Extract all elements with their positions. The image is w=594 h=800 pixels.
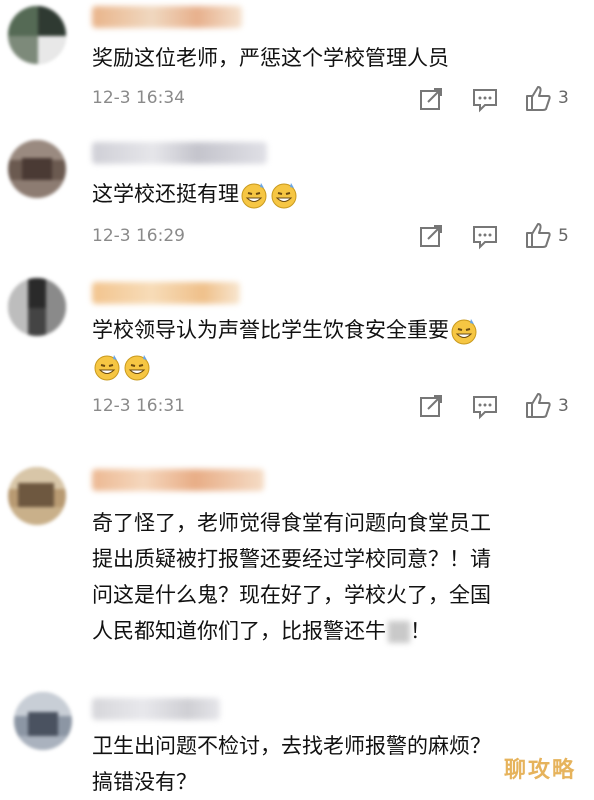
username-blurred[interactable] (92, 698, 220, 720)
comment-line: 奇了怪了，老师觉得食堂有问题向食堂员工 (92, 511, 491, 535)
comment-text-content: 这学校还挺有理 (92, 182, 239, 206)
comment-text: 卫生出问题不检讨，去找老师报警的麻烦？ 搞错没有？ (92, 728, 562, 800)
comment-time: 12-3 16:31 (92, 396, 185, 416)
comment-icon[interactable] (471, 392, 499, 420)
grin-sweat-emoji-icon (241, 183, 267, 209)
comment-item: 奖励这位老师，严惩这个学校管理人员 12-3 16:34 3 (0, 0, 594, 130)
comment-item: 这学校还挺有理 12-3 16:29 5 (0, 130, 594, 260)
grin-sweat-emoji-icon (271, 183, 297, 209)
thumbs-up-icon[interactable] (524, 391, 552, 419)
grin-sweat-emoji-icon (451, 319, 477, 345)
comment-line: 问这是什么鬼？现在好了，学校火了，全国 (92, 583, 491, 607)
comment-item: 奇了怪了，老师觉得食堂有问题向食堂员工 提出质疑被打报警还要经过学校同意？！请 问这… (0, 455, 594, 670)
comment-time: 12-3 16:34 (92, 88, 185, 108)
thumbs-up-icon[interactable] (524, 84, 552, 112)
comment-line: 提出质疑被打报警还要经过学校同意？！请 (92, 547, 491, 571)
comment-line: 人民都知道你们了，比报警还牛 ！ (92, 613, 562, 649)
comment-line: 搞错没有？ (92, 770, 197, 794)
comment-line-text: 人民都知道你们了，比报警还牛 (92, 619, 386, 643)
comment-icon[interactable] (471, 222, 499, 250)
username-blurred[interactable] (92, 6, 242, 28)
comment-line: 卫生出问题不检讨，去找老师报警的麻烦？ (92, 734, 491, 758)
like-count: 3 (558, 396, 569, 416)
comment-text: 学校领导认为声誉比学生饮食安全重要 (92, 312, 562, 384)
share-icon[interactable] (417, 85, 445, 113)
username-blurred[interactable] (92, 282, 240, 304)
comment-text: 奖励这位老师，严惩这个学校管理人员 (92, 46, 449, 70)
avatar[interactable] (8, 278, 66, 336)
censored-word (388, 621, 410, 643)
comment-time: 12-3 16:29 (92, 226, 185, 246)
grin-sweat-emoji-icon (124, 355, 150, 381)
watermark: 聊攻略 (503, 758, 576, 783)
share-icon[interactable] (417, 392, 445, 420)
avatar[interactable] (8, 467, 66, 525)
thumbs-up-icon[interactable] (524, 221, 552, 249)
comment-icon[interactable] (471, 85, 499, 113)
comment-text: 奇了怪了，老师觉得食堂有问题向食堂员工 提出质疑被打报警还要经过学校同意？！请 问这… (92, 505, 562, 649)
avatar[interactable] (8, 6, 66, 64)
share-icon[interactable] (417, 222, 445, 250)
username-blurred[interactable] (92, 142, 267, 164)
username-blurred[interactable] (92, 469, 264, 491)
avatar[interactable] (14, 692, 72, 750)
comment-item: 学校领导认为声誉比学生饮食安全重要 12-3 16:31 3 (0, 268, 594, 438)
like-count: 5 (558, 226, 569, 246)
comment-text: 这学校还挺有理 (92, 176, 562, 212)
comment-line-trailing: ！ (410, 619, 431, 643)
grin-sweat-emoji-icon (94, 355, 120, 381)
comment-text-content: 学校领导认为声誉比学生饮食安全重要 (92, 318, 449, 342)
avatar[interactable] (8, 140, 66, 198)
like-count: 3 (558, 88, 569, 108)
